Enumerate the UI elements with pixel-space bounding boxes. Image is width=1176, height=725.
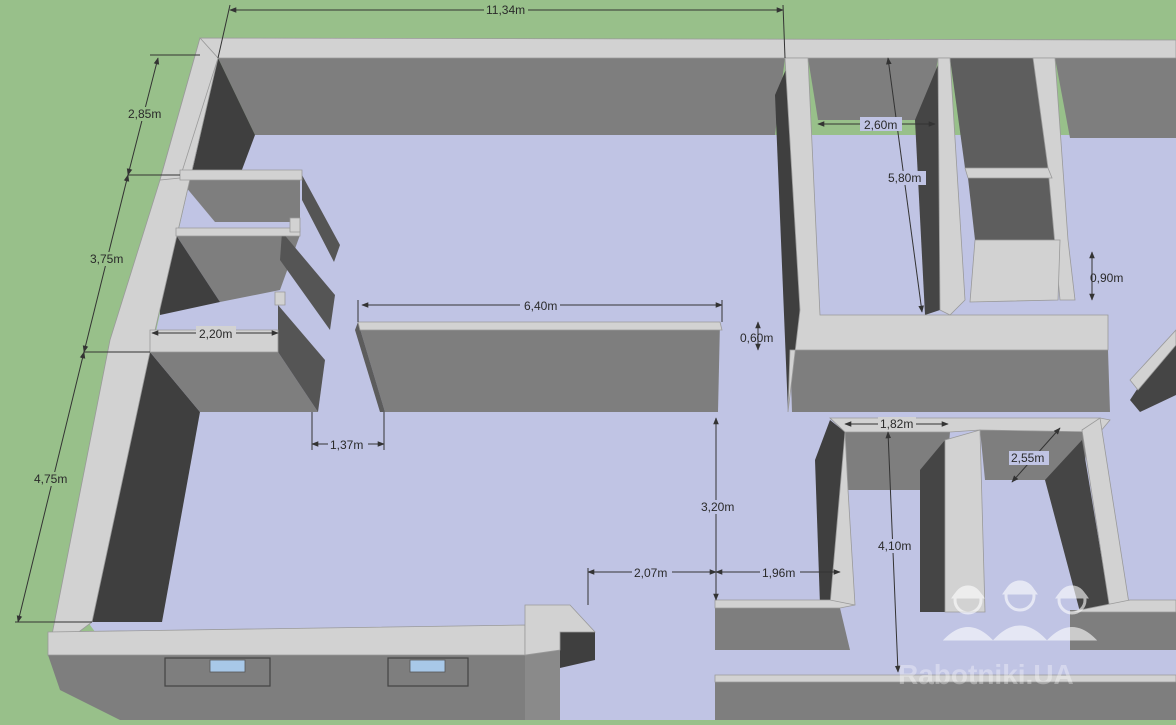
dim-label-6-40: 6,40m <box>524 299 557 313</box>
floor-plan-svg: 11,34m 2,85m 3,75m 4,75m 2,20m 6,40m 0,6… <box>15 3 1176 720</box>
dim-label-11-34: 11,34m <box>486 3 525 17</box>
dim-label-2-07: 2,07m <box>634 566 667 580</box>
dim-label-1-82: 1,82m <box>880 417 913 431</box>
floor-plan-3d: 11,34m 2,85m 3,75m 4,75m 2,20m 6,40m 0,6… <box>0 0 1176 720</box>
dim-label-1-37: 1,37m <box>330 438 363 452</box>
watermark-text: Rabotniki.UA <box>898 659 1074 690</box>
dim-label-3-20: 3,20m <box>701 500 734 514</box>
dim-label-2-55: 2,55m <box>1011 451 1044 465</box>
dim-label-0-60: 0,60m <box>740 331 773 345</box>
dim-label-5-80: 5,80m <box>888 171 921 185</box>
dim-label-2-85: 2,85m <box>128 107 161 121</box>
dim-label-3-75: 3,75m <box>90 252 123 266</box>
dim-label-4-10: 4,10m <box>878 539 911 553</box>
dim-label-1-96: 1,96m <box>762 566 795 580</box>
dim-label-0-90: 0,90m <box>1090 271 1123 285</box>
dim-label-2-20: 2,20m <box>199 327 232 341</box>
dim-label-2-60: 2,60m <box>864 118 897 132</box>
dim-label-4-75: 4,75m <box>34 472 67 486</box>
